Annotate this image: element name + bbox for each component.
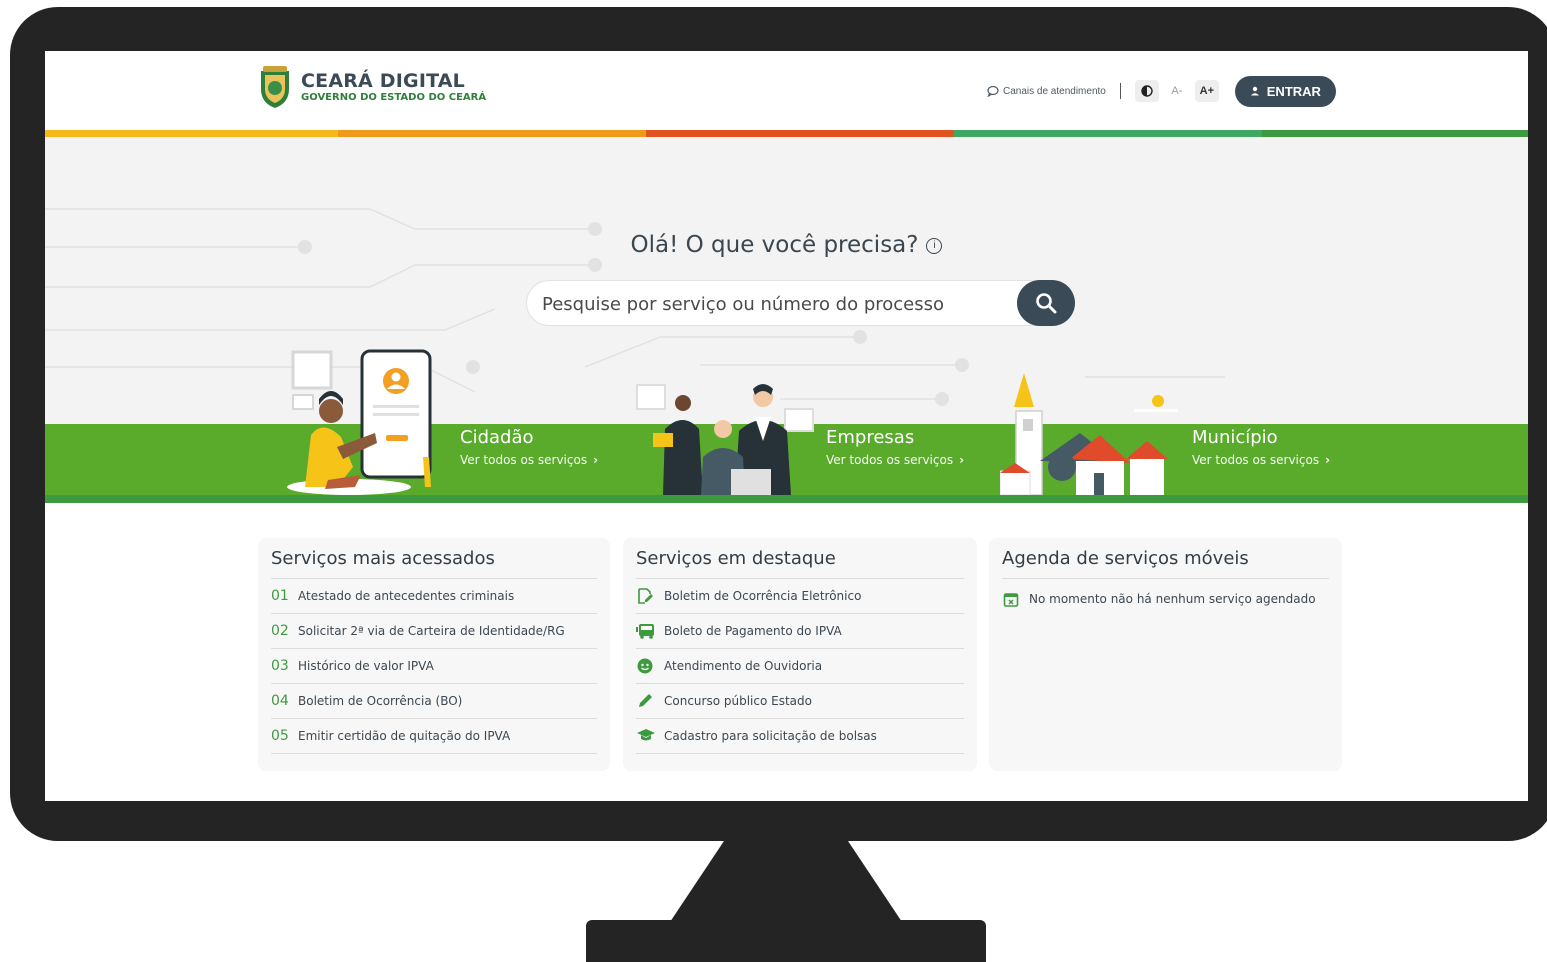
bus-icon: [636, 624, 654, 639]
featured-card: Serviços em destaque Boletim de Ocorrênc…: [623, 538, 977, 771]
canais-atendimento-link[interactable]: Canais de atendimento: [987, 85, 1106, 97]
list-item[interactable]: 04 Boletim de Ocorrência (BO): [271, 684, 597, 719]
item-label: Atestado de antecedentes criminais: [298, 589, 515, 603]
chevron-right-icon: ›: [593, 453, 599, 467]
city-houses-illustration: [1000, 373, 1178, 495]
category-title: Município: [1192, 427, 1278, 448]
chat-bubble-icon: [987, 85, 999, 97]
hero-title: Olá! O que você precisa? i: [45, 232, 1528, 258]
list-item[interactable]: 01 Atestado de antecedentes criminais: [271, 579, 597, 614]
category-municipio[interactable]: Município Ver todos os serviços ›: [1192, 427, 1330, 467]
search-icon: [1036, 293, 1057, 314]
category-title: Cidadão: [460, 427, 534, 448]
category-link[interactable]: Ver todos os serviços ›: [1192, 453, 1330, 467]
list-item[interactable]: Boletim de Ocorrência Eletrônico: [636, 579, 964, 614]
edit-document-icon: [638, 588, 653, 604]
item-number: 04: [271, 693, 289, 709]
user-icon: [1250, 86, 1259, 96]
login-button[interactable]: ENTRAR: [1234, 75, 1336, 107]
item-label: Concurso público Estado: [664, 694, 812, 708]
item-label: Boleto de Pagamento do IPVA: [664, 624, 842, 638]
most-accessed-card: Serviços mais acessados 01 Atestado de an…: [258, 538, 610, 771]
categories-band-border: [45, 495, 1528, 503]
header-divider: [1119, 83, 1121, 99]
graduation-cap-icon: [637, 729, 655, 741]
header-color-bar: [45, 130, 1528, 137]
item-label: Boletim de Ocorrência (BO): [298, 694, 463, 708]
agenda-card: Agenda de serviços móveis No momento não…: [989, 538, 1342, 771]
hero-title-text: Olá! O que você precisa?: [630, 232, 919, 258]
category-title: Empresas: [826, 427, 915, 448]
list-item[interactable]: Boleto de Pagamento do IPVA: [636, 614, 964, 649]
item-label: Cadastro para solicitação de bolsas: [664, 729, 877, 743]
category-link[interactable]: Ver todos os serviços ›: [826, 453, 964, 467]
category-link[interactable]: Ver todos os serviços ›: [460, 453, 598, 467]
chat-face-icon: [637, 658, 653, 674]
font-increase-button[interactable]: A+: [1194, 80, 1219, 102]
logo-title: CEARÁ DIGITAL: [301, 69, 465, 92]
category-empresas[interactable]: Empresas Ver todos os serviços ›: [826, 427, 964, 467]
agenda-empty-message: No momento não há nenhum serviço agendad…: [1003, 591, 1316, 607]
item-label: Solicitar 2ª via de Carteira de Identida…: [298, 624, 565, 638]
category-cidadao[interactable]: Cidadão Ver todos os serviços ›: [460, 427, 598, 467]
item-number: 05: [271, 728, 289, 744]
chevron-right-icon: ›: [1325, 453, 1331, 467]
site-header: CEARÁ DIGITAL GOVERNO DO ESTADO DO CEARÁ…: [45, 51, 1528, 130]
item-number: 02: [271, 623, 289, 639]
item-label: Histórico de valor IPVA: [298, 659, 434, 673]
business-people-illustration: [636, 384, 814, 495]
list-item[interactable]: Cadastro para solicitação de bolsas: [636, 719, 964, 754]
list-item[interactable]: Atendimento de Ouvidoria: [636, 649, 964, 684]
item-label: Boletim de Ocorrência Eletrônico: [664, 589, 862, 603]
item-number: 01: [271, 588, 289, 604]
list-item[interactable]: 03 Histórico de valor IPVA: [271, 649, 597, 684]
logo-subtitle: GOVERNO DO ESTADO DO CEARÁ: [301, 91, 487, 103]
monitor-base: [586, 920, 986, 962]
list-item[interactable]: Concurso público Estado: [636, 684, 964, 719]
list-item[interactable]: 02 Solicitar 2ª via de Carteira de Identi…: [271, 614, 597, 649]
search-bar: [526, 280, 1075, 326]
pencil-icon: [639, 694, 652, 707]
calendar-x-icon: [1003, 593, 1019, 607]
item-label: Emitir certidão de quitação do IPVA: [298, 729, 511, 743]
login-label: ENTRAR: [1266, 83, 1321, 99]
font-decrease-button[interactable]: A-: [1165, 80, 1189, 102]
card-title: Serviços mais acessados: [271, 548, 495, 569]
ceara-shield-icon: [257, 65, 293, 109]
card-title: Serviços em destaque: [636, 548, 836, 569]
search-button[interactable]: [1017, 280, 1075, 326]
monitor-stand: [668, 835, 904, 925]
site-logo[interactable]: CEARÁ DIGITAL GOVERNO DO ESTADO DO CEARÁ: [257, 65, 486, 109]
list-item[interactable]: 05 Emitir certidão de quitação do IPVA: [271, 719, 597, 754]
card-title: Agenda de serviços móveis: [1002, 548, 1249, 569]
search-input[interactable]: [540, 289, 1014, 319]
canais-label: Canais de atendimento: [1003, 85, 1106, 97]
item-label: Atendimento de Ouvidoria: [664, 659, 823, 673]
contrast-icon: [1141, 85, 1153, 97]
item-number: 03: [271, 658, 289, 674]
info-icon[interactable]: i: [926, 237, 943, 254]
chevron-right-icon: ›: [959, 453, 965, 467]
screen: CEARÁ DIGITAL GOVERNO DO ESTADO DO CEARÁ…: [45, 51, 1528, 801]
contrast-toggle-button[interactable]: [1134, 80, 1159, 102]
citizen-phone-illustration: [287, 349, 432, 495]
